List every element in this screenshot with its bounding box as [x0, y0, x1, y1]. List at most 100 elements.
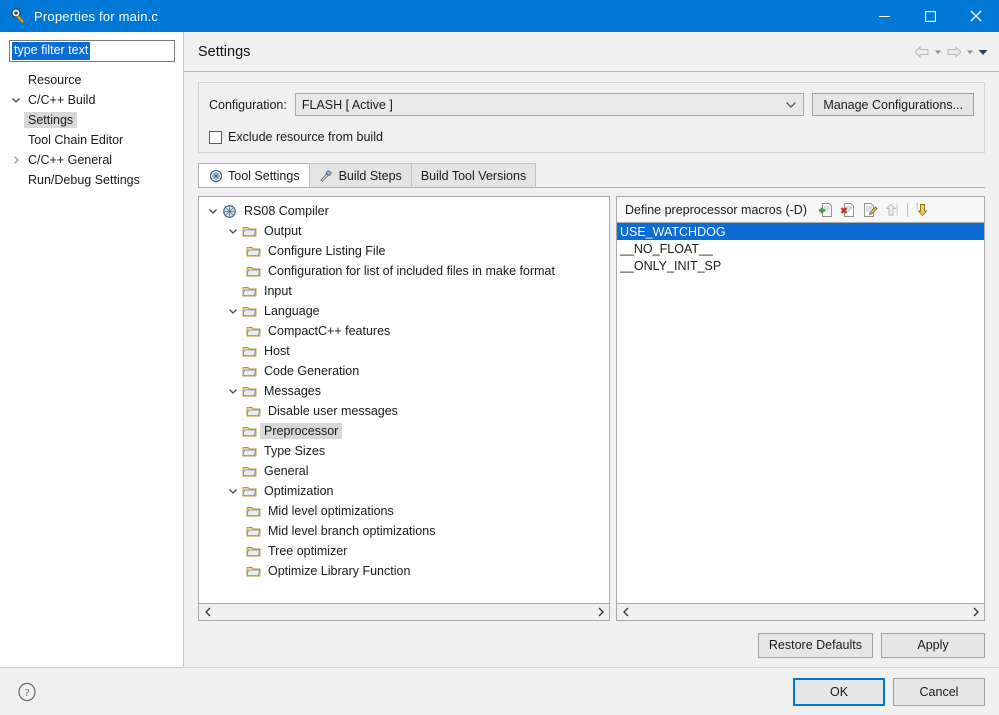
view-menu-chevron-down-icon[interactable] [977, 46, 989, 58]
page-title: Settings [198, 43, 251, 60]
chevron-down-icon[interactable] [205, 206, 221, 216]
scroll-right-icon[interactable] [592, 604, 609, 620]
configuration-select[interactable]: FLASH [ Active ] [294, 93, 805, 116]
settings-nav-panel: type filter text Resource C/C++ Build Se… [0, 32, 184, 667]
macros-hscrollbar[interactable] [616, 604, 985, 621]
chevron-down-icon[interactable] [8, 95, 24, 105]
tree-row[interactable]: Code Generation [199, 361, 609, 381]
close-button[interactable] [953, 0, 999, 32]
tree-row[interactable]: Output [199, 221, 609, 241]
tool-tree[interactable]: RS08 Compiler Output Configure Listing F… [198, 196, 610, 604]
chevron-down-icon[interactable] [225, 226, 241, 236]
tree-row[interactable]: Mid level optimizations [199, 501, 609, 521]
exclude-resource-label: Exclude resource from build [228, 130, 383, 144]
tree-row[interactable]: Input [199, 281, 609, 301]
tree-row[interactable]: Disable user messages [199, 401, 609, 421]
move-down-icon[interactable] [914, 201, 932, 219]
tab-label: Build Steps [338, 168, 402, 183]
tree-row[interactable]: Optimize Library Function [199, 561, 609, 581]
back-menu-chevron-down-icon[interactable] [933, 46, 943, 58]
folder-icon [245, 264, 262, 278]
tree-row-label: Mid level optimizations [268, 504, 394, 518]
tree-row[interactable]: Type Sizes [199, 441, 609, 461]
add-icon[interactable] [817, 201, 835, 219]
sidebar-item-label: Tool Chain Editor [28, 133, 124, 147]
tab-tool-settings[interactable]: Tool Settings [198, 163, 310, 187]
chevron-down-icon[interactable] [225, 486, 241, 496]
sidebar-item-resource[interactable]: Resource [0, 70, 183, 90]
delete-icon[interactable] [839, 201, 857, 219]
tree-row[interactable]: Messages [199, 381, 609, 401]
sidebar-item-cpp-general[interactable]: C/C++ General [0, 150, 183, 170]
tree-row-label: CompactC++ features [268, 324, 391, 338]
tree-row[interactable]: RS08 Compiler [199, 201, 609, 221]
list-item[interactable]: __NO_FLOAT__ [617, 240, 984, 257]
dialog-footer: ? OK Cancel [0, 667, 999, 715]
tree-row[interactable]: Optimization [199, 481, 609, 501]
sidebar-item-settings[interactable]: Settings [0, 110, 183, 130]
folder-icon [241, 424, 258, 438]
tree-row[interactable]: CompactC++ features [199, 321, 609, 341]
chevron-down-icon[interactable] [225, 386, 241, 396]
tree-row-label: Type Sizes [264, 444, 326, 458]
sidebar-item-tool-chain-editor[interactable]: Tool Chain Editor [0, 130, 183, 150]
properties-icon [10, 8, 26, 24]
properties-dialog: Properties for main.c type filter text R… [0, 0, 999, 715]
back-arrow-icon[interactable] [913, 45, 931, 59]
macros-toolbar [817, 201, 932, 219]
scroll-left-icon[interactable] [199, 604, 216, 620]
scroll-left-icon[interactable] [617, 604, 634, 620]
tool-settings-icon [208, 168, 223, 183]
configuration-group: Configuration: FLASH [ Active ] Manage C… [198, 82, 985, 153]
tree-row[interactable]: Language [199, 301, 609, 321]
sidebar-item-run-debug-settings[interactable]: Run/Debug Settings [0, 170, 183, 190]
exclude-resource-checkbox[interactable] [209, 130, 222, 144]
apply-button[interactable]: Apply [881, 632, 985, 658]
title-bar: Properties for main.c [0, 0, 999, 32]
exclude-resource-row[interactable]: Exclude resource from build [209, 130, 974, 144]
chevron-right-icon[interactable] [8, 155, 24, 165]
macros-list[interactable]: USE_WATCHDOG __NO_FLOAT__ __ONLY_INIT_SP [616, 222, 985, 604]
restore-defaults-button[interactable]: Restore Defaults [757, 632, 873, 658]
manage-configurations-button[interactable]: Manage Configurations... [812, 93, 974, 116]
tree-row-preprocessor[interactable]: Preprocessor [199, 421, 609, 441]
scroll-right-icon[interactable] [967, 604, 984, 620]
tree-row[interactable]: Mid level branch optimizations [199, 521, 609, 541]
folder-icon [245, 544, 262, 558]
edit-icon[interactable] [861, 201, 879, 219]
tab-label: Tool Settings [228, 168, 300, 183]
tree-row-label: Output [264, 224, 302, 238]
folder-icon [245, 404, 262, 418]
settings-content: Configuration: FLASH [ Active ] Manage C… [184, 72, 999, 623]
help-icon[interactable]: ? [16, 681, 38, 703]
tree-row[interactable]: Configuration for list of included files… [199, 261, 609, 281]
tab-build-tool-versions[interactable]: Build Tool Versions [410, 163, 537, 187]
configuration-row: Configuration: FLASH [ Active ] Manage C… [209, 93, 974, 116]
scroll-track[interactable] [634, 604, 967, 620]
maximize-button[interactable] [907, 0, 953, 32]
tool-tree-hscrollbar[interactable] [198, 604, 610, 621]
tree-row-label: Mid level branch optimizations [268, 524, 436, 538]
tree-row[interactable]: Configure Listing File [199, 241, 609, 261]
chevron-down-icon[interactable] [225, 306, 241, 316]
tab-build-steps[interactable]: Build Steps [308, 163, 412, 187]
minimize-button[interactable] [861, 0, 907, 32]
forward-arrow-icon[interactable] [945, 45, 963, 59]
compiler-icon [221, 204, 238, 219]
folder-icon [241, 444, 258, 458]
list-item[interactable]: USE_WATCHDOG [617, 223, 984, 240]
forward-menu-chevron-down-icon[interactable] [965, 46, 975, 58]
scroll-track[interactable] [216, 604, 592, 620]
tree-row-label: Host [264, 344, 290, 358]
tree-row-label: Preprocessor [260, 423, 343, 439]
tree-row[interactable]: Tree optimizer [199, 541, 609, 561]
filter-input[interactable]: type filter text [9, 40, 175, 62]
list-item[interactable]: __ONLY_INIT_SP [617, 257, 984, 274]
tree-row[interactable]: Host [199, 341, 609, 361]
ok-button[interactable]: OK [793, 677, 885, 706]
page-action-bar: Restore Defaults Apply [184, 623, 999, 667]
tree-row[interactable]: General [199, 461, 609, 481]
sidebar-item-cpp-build[interactable]: C/C++ Build [0, 90, 183, 110]
cancel-button[interactable]: Cancel [893, 677, 985, 706]
page-nav-controls [913, 45, 989, 59]
